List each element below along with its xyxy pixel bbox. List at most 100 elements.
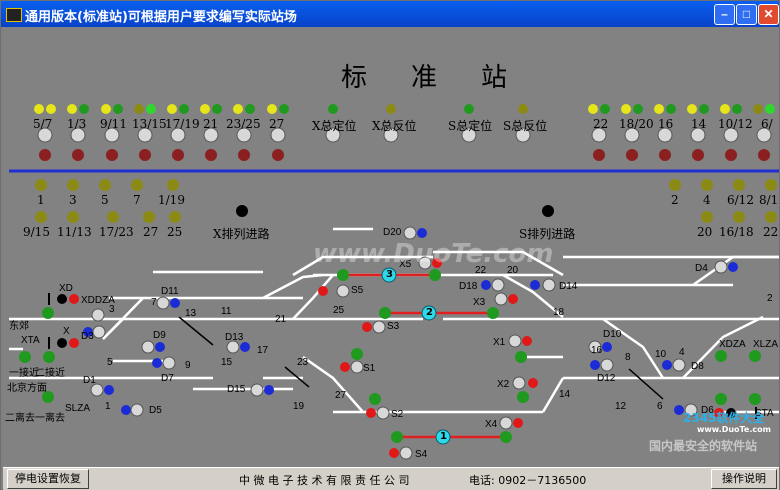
lamp bbox=[267, 104, 277, 114]
switch-label: 9/11 bbox=[100, 117, 127, 131]
section-number: 8 bbox=[625, 352, 631, 363]
signal-label: X4 bbox=[485, 419, 498, 430]
section-number: 4 bbox=[679, 347, 685, 358]
route-label: 17/23 bbox=[99, 225, 134, 239]
company-name: 中 微 电 子 技 术 有 限 责 任 公 司 bbox=[239, 474, 410, 487]
signal-label: S4 bbox=[415, 449, 428, 460]
switch-label: 21 bbox=[203, 117, 219, 131]
watermark-slogan: 国内最安全的软件站 bbox=[649, 439, 758, 453]
signal-label: D1 bbox=[83, 375, 96, 386]
route-number: 3 bbox=[386, 269, 393, 280]
maximize-icon[interactable]: □ bbox=[736, 4, 757, 25]
section-number: 27 bbox=[335, 390, 347, 401]
route-buttons[interactable] bbox=[35, 179, 777, 223]
lamp bbox=[134, 104, 144, 114]
signal-label: S3 bbox=[387, 321, 400, 332]
route-label: 7 bbox=[133, 193, 141, 207]
lamp bbox=[245, 104, 255, 114]
signal-label: D14 bbox=[559, 281, 578, 292]
signal-label: D7 bbox=[161, 373, 174, 384]
section-number: 9 bbox=[185, 360, 191, 371]
section-number: 16 bbox=[591, 345, 603, 356]
switch-label: 6/ bbox=[761, 117, 773, 131]
x-route-lamp bbox=[236, 205, 248, 217]
signal-label: D18 bbox=[459, 281, 478, 292]
signal-label: D5 bbox=[149, 405, 162, 416]
section-number: 17 bbox=[257, 345, 269, 356]
switch-label: 23/25 bbox=[226, 117, 261, 131]
help-button[interactable]: 操作说明 bbox=[711, 469, 777, 489]
lamp bbox=[79, 104, 89, 114]
section-number: 18 bbox=[553, 307, 565, 318]
window-title: 通用版本(标准站)可根据用户要求编写实际站场 bbox=[25, 10, 297, 25]
route-label: 3 bbox=[69, 193, 77, 207]
top-lamps-right bbox=[588, 104, 775, 114]
x-route-row-label: X排列进路 bbox=[213, 227, 270, 241]
signal-label: D15 bbox=[227, 384, 246, 395]
route-label: 1/19 bbox=[158, 193, 185, 207]
status-bar: 停电设置恢复 中 微 电 子 技 术 有 限 责 任 公 司 电话: 0902－… bbox=[3, 467, 779, 490]
direction-label: 东郊 bbox=[9, 321, 29, 332]
section-number: 12 bbox=[615, 401, 627, 412]
section-number: 2 bbox=[767, 293, 773, 304]
signal-label: S1 bbox=[363, 363, 376, 374]
switch-label: 10/12 bbox=[718, 117, 753, 131]
route-label: 20 bbox=[697, 225, 713, 239]
phone-number: 电话: 0902－7136500 bbox=[469, 474, 587, 487]
route-label: 2 bbox=[671, 193, 679, 207]
lamp bbox=[46, 104, 56, 114]
top-darkred-right bbox=[593, 149, 770, 161]
section-number: 19 bbox=[293, 401, 305, 412]
section-number: 13 bbox=[185, 308, 197, 319]
signal-label: SLZA bbox=[65, 403, 91, 414]
switch-label: 13/15 bbox=[132, 117, 167, 131]
signal-label: D8 bbox=[691, 361, 704, 372]
section-number: 5 bbox=[107, 357, 113, 368]
lamp bbox=[212, 104, 222, 114]
lamp bbox=[279, 104, 289, 114]
lamp bbox=[200, 104, 210, 114]
signal-label: X bbox=[63, 326, 70, 337]
section-number: 23 bbox=[297, 357, 309, 368]
route-label: 22 bbox=[763, 225, 779, 239]
section-number: 11 bbox=[221, 306, 232, 317]
signal-label: X2 bbox=[497, 379, 510, 390]
top-lamps-left bbox=[34, 104, 289, 114]
title-bar: 通用版本(标准站)可根据用户要求编写实际站场 – □ ✕ bbox=[1, 1, 779, 27]
watermark-url: www.DuoTe.com bbox=[313, 239, 554, 269]
section-number: 6 bbox=[657, 401, 663, 412]
route-label: 9/15 bbox=[23, 225, 50, 239]
lamp bbox=[113, 104, 123, 114]
route-label: 27 bbox=[143, 225, 159, 239]
switch-label: 17/19 bbox=[165, 117, 200, 131]
switch-label: 16 bbox=[658, 117, 674, 131]
section-number: 25 bbox=[333, 305, 345, 316]
total-control-label: S总定位 bbox=[448, 119, 493, 133]
lamp bbox=[101, 104, 111, 114]
route-number: 1 bbox=[440, 431, 447, 442]
watermark-site: www.DuoTe.com bbox=[697, 425, 771, 434]
close-icon[interactable]: ✕ bbox=[758, 4, 779, 25]
route-label: 8/1 bbox=[759, 193, 779, 207]
section-number: 10 bbox=[655, 349, 667, 360]
signal-label: D3 bbox=[81, 331, 94, 342]
direction-label: 北京方面 bbox=[7, 383, 47, 394]
lamp bbox=[146, 104, 156, 114]
route-label: 5 bbox=[101, 193, 109, 207]
signal-label: XD bbox=[59, 283, 73, 294]
section-number: 3 bbox=[109, 304, 115, 315]
section-number: 21 bbox=[275, 314, 287, 325]
signal-label: D11 bbox=[161, 286, 179, 297]
signal-label: XLZA bbox=[753, 339, 779, 350]
signal-label: XDZA bbox=[719, 339, 746, 350]
total-control-label: X总反位 bbox=[372, 119, 417, 133]
signal-label: X1 bbox=[493, 337, 506, 348]
section-number: 14 bbox=[559, 389, 571, 400]
signal-label: D12 bbox=[597, 373, 616, 384]
lamp bbox=[167, 104, 177, 114]
minimize-icon[interactable]: – bbox=[714, 4, 735, 25]
power-restore-button[interactable]: 停电设置恢复 bbox=[7, 469, 89, 489]
route-label: 11/13 bbox=[57, 225, 92, 239]
direction-label: 二接近 bbox=[35, 368, 65, 379]
signal-label: XTA bbox=[21, 335, 40, 346]
